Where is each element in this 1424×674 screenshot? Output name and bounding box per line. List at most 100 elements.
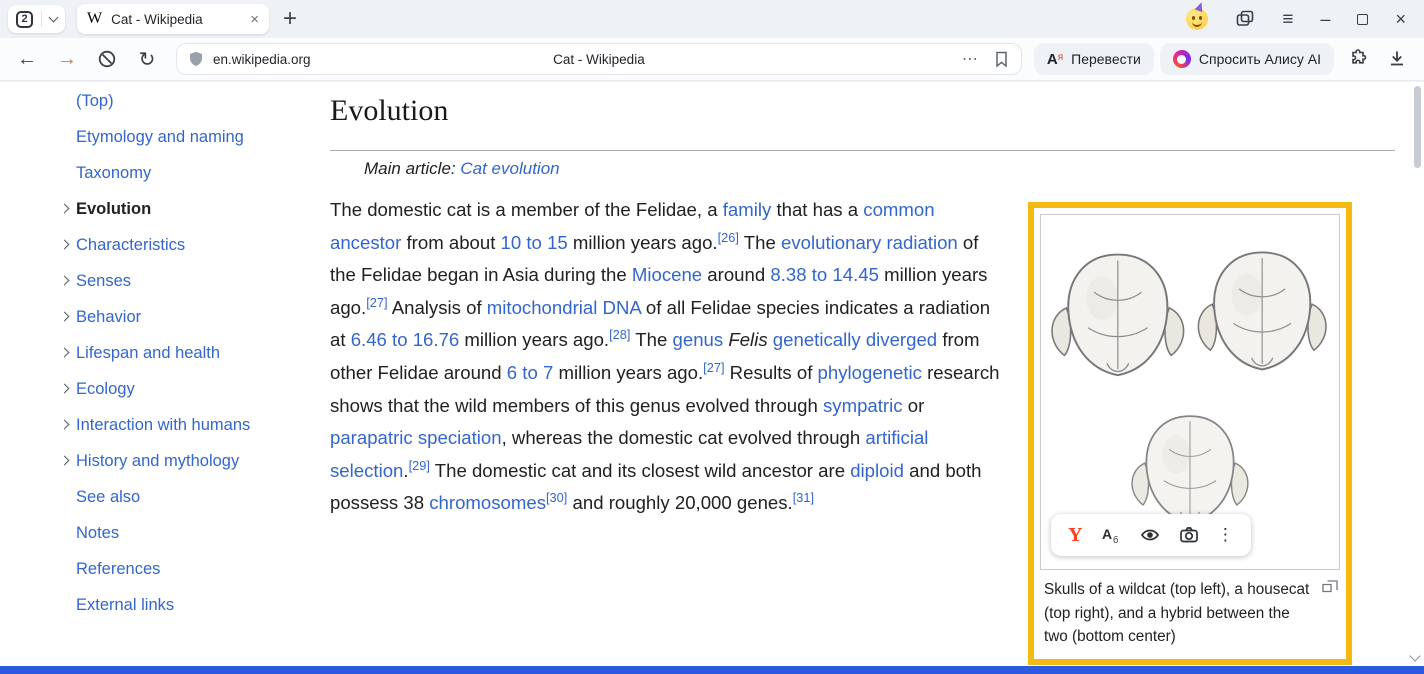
chevron-right-icon: [60, 312, 70, 322]
wiki-link-evolutionary-radiation[interactable]: evolutionary radiation: [781, 232, 958, 253]
wikipedia-page: (Top) Etymology and naming TaxonomyEvoluti…: [0, 82, 1424, 666]
sidebar-item-label: Ecology: [76, 380, 135, 399]
back-button[interactable]: ←: [10, 42, 44, 76]
sidebar-item-label: References: [76, 560, 160, 579]
wiki-link-sympatric[interactable]: sympatric: [823, 395, 903, 416]
wiki-link-8-38-to-14-45[interactable]: 8.38 to 14.45: [770, 264, 879, 285]
wiki-link-phylogenetic[interactable]: phylogenetic: [818, 362, 922, 383]
profile-avatar-emoji[interactable]: [1186, 8, 1208, 30]
scroll-down-icon[interactable]: [1409, 650, 1420, 661]
reference-sup: [31]: [793, 490, 814, 505]
reference-link[interactable]: [28]: [609, 327, 630, 342]
wiki-link-chromosomes[interactable]: chromosomes: [429, 492, 546, 513]
kebab-menu-icon[interactable]: ⋮: [1217, 525, 1234, 545]
table-of-contents: (Top) Etymology and naming TaxonomyEvoluti…: [60, 83, 316, 623]
forward-button[interactable]: →: [50, 42, 84, 76]
tab-title: Cat - Wikipedia: [111, 12, 241, 27]
reference-link[interactable]: [31]: [793, 490, 814, 505]
sidebar-item-characteristics[interactable]: Characteristics: [60, 227, 316, 263]
reference-link[interactable]: [30]: [546, 490, 567, 505]
enlarge-icon[interactable]: [1322, 580, 1338, 598]
image-hover-toolbar: Y А б ⋮: [1051, 514, 1251, 556]
sidebar-item-external-links[interactable]: External links: [60, 587, 316, 623]
text-run: and roughly 20,000 genes.: [567, 492, 792, 513]
reference-sup: [29]: [409, 458, 430, 473]
sidebar-item-behavior[interactable]: Behavior: [60, 299, 316, 335]
extensions-puzzle-icon[interactable]: [1340, 42, 1374, 76]
wiki-link-10-to-15[interactable]: 10 to 15: [501, 232, 568, 253]
text-run: around: [702, 264, 770, 285]
tab-close-icon[interactable]: ×: [250, 12, 259, 27]
new-tab-button[interactable]: +: [283, 7, 297, 31]
sidebar-item-label: Etymology and naming: [76, 128, 244, 147]
reference-link[interactable]: [27]: [703, 360, 724, 375]
sidebar-item-top[interactable]: (Top): [60, 83, 316, 119]
sidebar-item-label: External links: [76, 596, 174, 615]
close-window-icon[interactable]: ×: [1395, 10, 1406, 28]
reload-button[interactable]: ↻: [130, 42, 164, 76]
sidebar-item-evolution[interactable]: Evolution: [60, 191, 316, 227]
screenshot-search-icon[interactable]: [1178, 524, 1200, 546]
text-run: Analysis of: [388, 297, 487, 318]
chevron-right-icon: [60, 240, 70, 250]
wiki-link-genus[interactable]: genus: [673, 329, 724, 350]
chevron-right-icon: [60, 348, 70, 358]
wiki-link-6-to-7[interactable]: 6 to 7: [507, 362, 554, 383]
sidebar-item-label: Lifespan and health: [76, 344, 220, 363]
sidebar-item-lifespan-and-health[interactable]: Lifespan and health: [60, 335, 316, 371]
sidebar-item-taxonomy[interactable]: Taxonomy: [60, 155, 316, 191]
wiki-link-diploid[interactable]: diploid: [850, 460, 904, 481]
wiki-link-parapatric-speciation[interactable]: parapatric speciation: [330, 427, 502, 448]
menu-icon[interactable]: ≡: [1282, 10, 1293, 29]
wiki-link-genetically-diverged[interactable]: genetically diverged: [773, 329, 937, 350]
sidebar-item-references[interactable]: References: [60, 551, 316, 587]
maximize-icon[interactable]: [1357, 14, 1368, 25]
browser-toolbar: ← → ↻ en.wikipedia.org Cat - Wikipedia ⋯…: [0, 38, 1424, 81]
wiki-link-mitochondrial-dna[interactable]: mitochondrial DNA: [487, 297, 641, 318]
text-run: The: [739, 232, 781, 253]
figure-caption: Skulls of a wildcat (top left), a housec…: [1044, 578, 1314, 649]
url-text: en.wikipedia.org: [213, 52, 311, 67]
reference-link[interactable]: [26]: [718, 229, 739, 244]
sidebar-item-senses[interactable]: Senses: [60, 263, 316, 299]
cat-evolution-link[interactable]: Cat evolution: [460, 159, 559, 178]
sidebar-item-notes[interactable]: Notes: [60, 515, 316, 551]
scrollbar-thumb[interactable]: [1414, 86, 1421, 168]
italic-taxon: Felis: [728, 329, 767, 350]
eye-icon[interactable]: [1139, 524, 1161, 546]
ask-alice-button[interactable]: Спросить Алису AI: [1160, 43, 1334, 75]
sidebar-item-ecology[interactable]: Ecology: [60, 371, 316, 407]
chevron-right-icon: [60, 204, 70, 214]
translate-button[interactable]: Ая Перевести: [1034, 43, 1154, 75]
site-more-icon[interactable]: ⋯: [962, 49, 979, 69]
wiki-link-miocene[interactable]: Miocene: [632, 264, 702, 285]
text-run: million years ago.: [568, 232, 718, 253]
yandex-icon[interactable]: Y: [1068, 524, 1082, 547]
minimize-icon[interactable]: –: [1320, 10, 1330, 28]
sidebar-item-label: Characteristics: [76, 236, 185, 255]
bookmark-flag-icon[interactable]: [991, 49, 1011, 69]
sidebar-item-see-also[interactable]: See also: [60, 479, 316, 515]
skulls-figure: Y А б ⋮: [1028, 202, 1352, 665]
protect-circle-icon[interactable]: [90, 42, 124, 76]
side-panels-icon[interactable]: [1235, 9, 1255, 29]
ask-alice-label: Спросить Алису AI: [1199, 51, 1321, 67]
party-hat: [1195, 1, 1206, 12]
translate-label: Перевести: [1071, 51, 1141, 67]
tab-counter-button[interactable]: 2: [8, 5, 65, 33]
sidebar-item-interaction-with-humans[interactable]: Interaction with humans: [60, 407, 316, 443]
sidebar-item-label: Interaction with humans: [76, 416, 250, 435]
chevron-right-icon: [60, 420, 70, 430]
downloads-icon[interactable]: [1380, 42, 1414, 76]
translate-image-icon[interactable]: А б: [1100, 524, 1122, 546]
address-bar[interactable]: en.wikipedia.org Cat - Wikipedia ⋯: [176, 43, 1022, 75]
reference-link[interactable]: [27]: [366, 295, 387, 310]
wiki-link-family[interactable]: family: [723, 199, 772, 220]
reference-link[interactable]: [29]: [409, 458, 430, 473]
sidebar-item-history-and-mythology[interactable]: History and mythology: [60, 443, 316, 479]
browser-tab-cat-wikipedia[interactable]: W Cat - Wikipedia ×: [77, 4, 269, 34]
skulls-image[interactable]: Y А б ⋮: [1040, 214, 1340, 570]
wiki-link-6-46-to-16-76[interactable]: 6.46 to 16.76: [351, 329, 460, 350]
evolution-paragraph: The domestic cat is a member of the Feli…: [330, 194, 1006, 520]
sidebar-item-etymology-and-naming[interactable]: Etymology and naming: [60, 119, 316, 155]
